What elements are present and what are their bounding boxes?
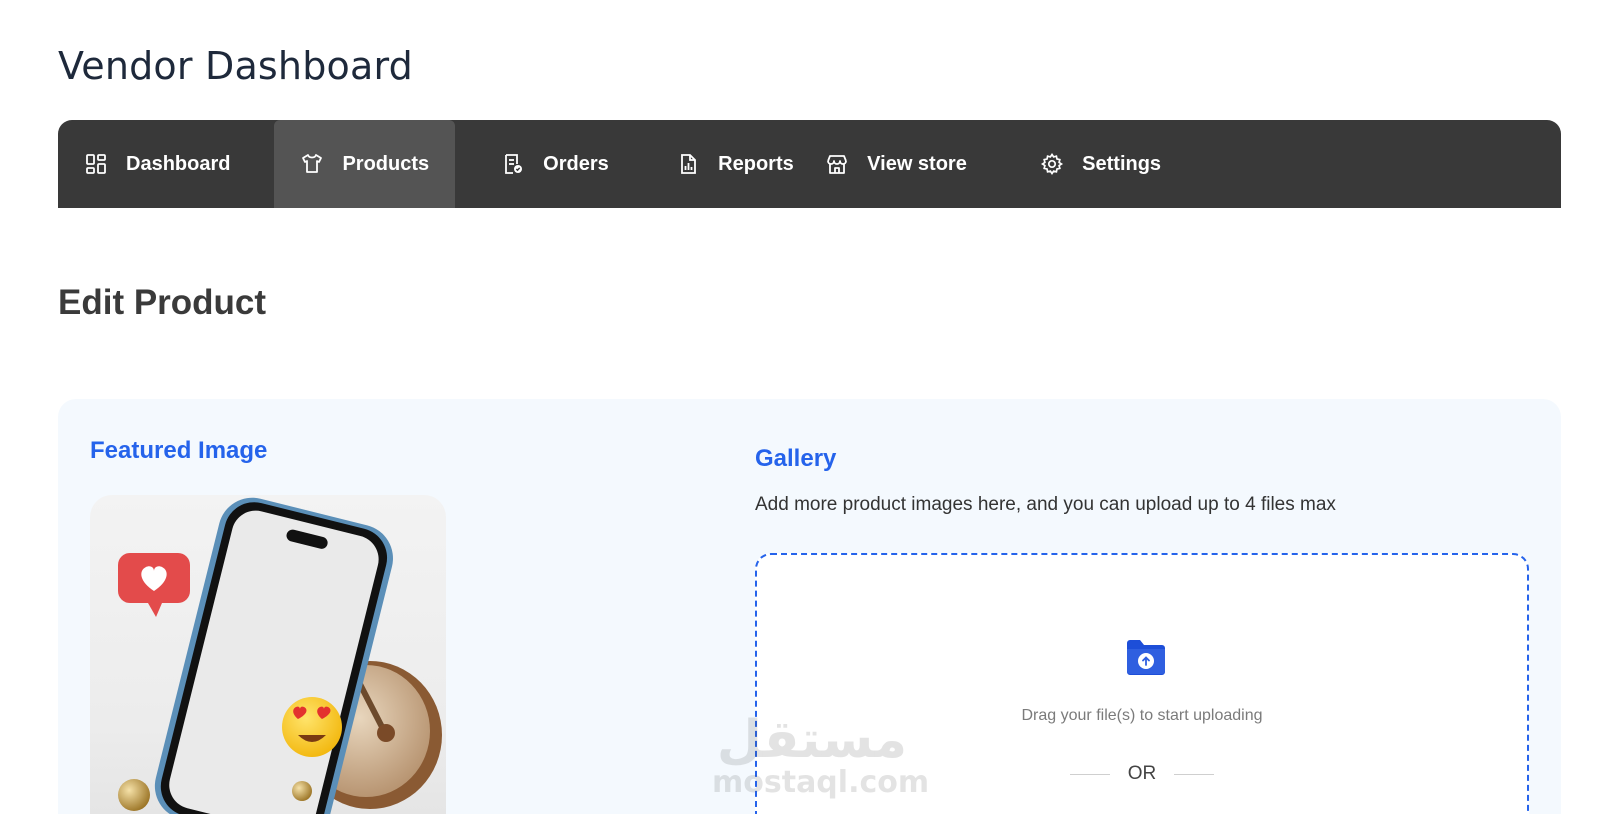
featured-image[interactable] — [90, 495, 446, 814]
gallery-dropzone[interactable]: Drag your file(s) to start uploading OR — [755, 553, 1529, 814]
dashboard-grid-icon — [84, 152, 108, 176]
or-divider: OR — [757, 763, 1527, 785]
nav-label-settings: Settings — [1082, 152, 1162, 175]
orders-checklist-icon — [501, 152, 525, 176]
nav-item-dashboard[interactable]: Dashboard — [58, 120, 274, 208]
report-chart-icon — [676, 152, 700, 176]
tshirt-icon — [300, 152, 324, 176]
page-title: Vendor Dashboard — [58, 44, 413, 88]
section-title: Edit Product — [58, 283, 267, 322]
main-navbar: Dashboard Products Orders Reports View s… — [58, 120, 1561, 208]
nav-label-orders: Orders — [543, 152, 609, 175]
gear-icon — [1040, 152, 1064, 176]
or-line-left — [1069, 773, 1110, 775]
nav-item-orders[interactable]: Orders — [455, 120, 632, 208]
product-photo-illustration — [118, 497, 442, 814]
or-line-right — [1174, 773, 1215, 775]
gallery-description: Add more product images here, and you ca… — [755, 494, 1336, 515]
featured-image-title: Featured Image — [90, 437, 268, 464]
nav-label-view-store: View store — [867, 152, 967, 175]
or-text: OR — [1127, 763, 1157, 784]
nav-label-reports: Reports — [718, 152, 794, 175]
nav-item-view-store[interactable]: View store — [825, 120, 1040, 208]
gallery-title: Gallery — [755, 445, 837, 472]
nav-item-reports[interactable]: Reports — [632, 120, 825, 208]
nav-label-products: Products — [342, 152, 430, 175]
folder-upload-icon — [1124, 635, 1168, 679]
nav-label-dashboard: Dashboard — [126, 152, 231, 175]
drop-instructions: Drag your file(s) to start uploading — [1021, 707, 1263, 724]
store-icon — [825, 152, 849, 176]
nav-item-products[interactable]: Products — [274, 120, 456, 208]
nav-item-settings[interactable]: Settings — [1040, 120, 1161, 208]
